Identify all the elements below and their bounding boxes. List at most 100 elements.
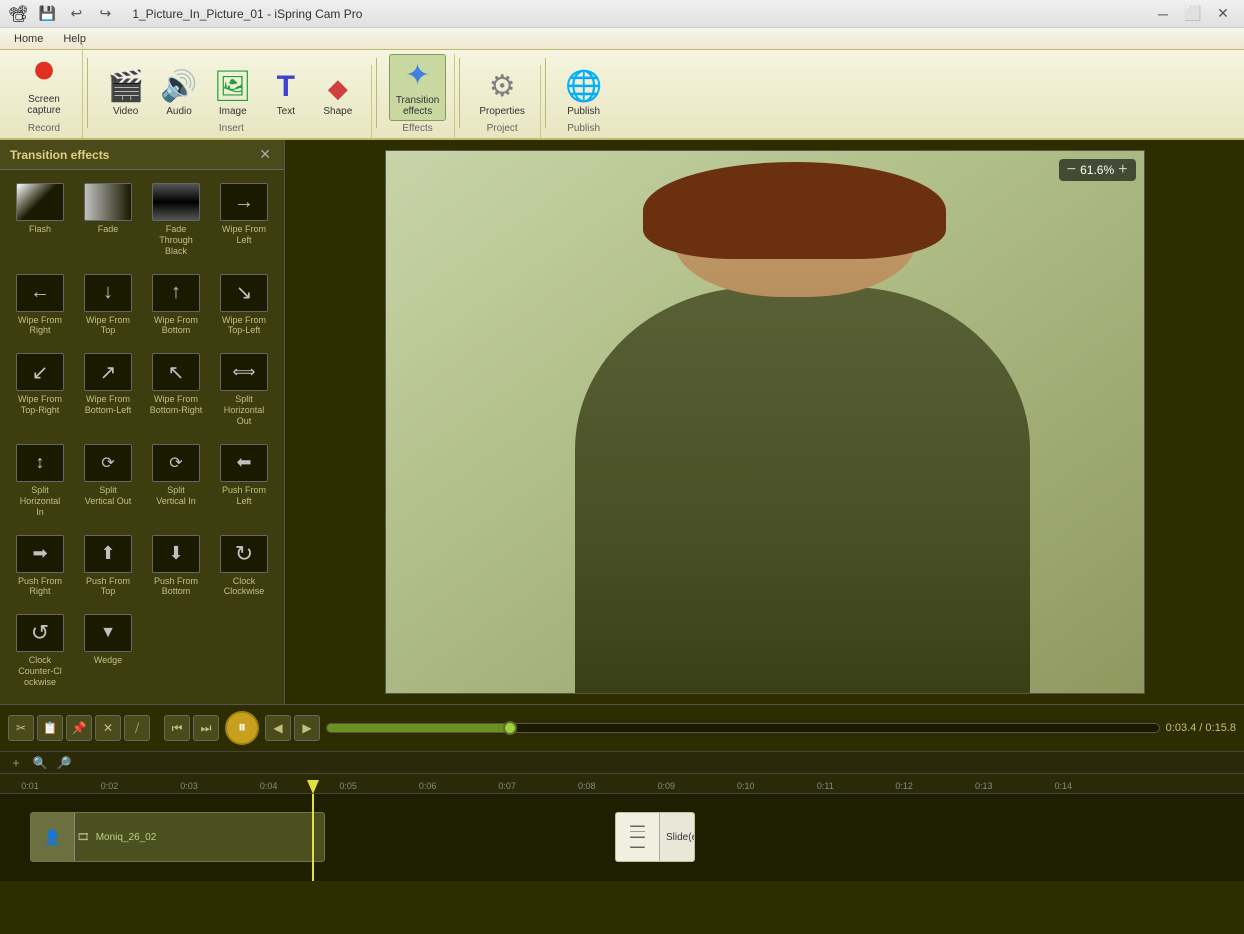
timeline-toolbar: + 🔍 🔎 (0, 752, 1244, 774)
video-clip-label: Moniq_26_02 (90, 832, 163, 843)
shape-btn[interactable]: ◆ Shape (313, 69, 363, 121)
go-end-btn[interactable]: ⏭ (193, 715, 219, 741)
wipe-from-right-label: Wipe FromRight (18, 315, 62, 337)
effect-wipe-from-left[interactable]: Wipe FromLeft (212, 178, 276, 265)
zoom-out-btn[interactable]: − (1067, 162, 1076, 178)
ribbon: ⏺ Screencapture Record 🎬 Video 🔊 Audio 🖼… (0, 50, 1244, 140)
ribbon-group-record: ⏺ Screencapture Record (6, 44, 83, 138)
frame-nav: ◀ ▶ (265, 715, 320, 741)
audio-btn[interactable]: 🔊 Audio (153, 65, 204, 121)
wedge-label: Wedge (94, 655, 122, 666)
ruler-4: 0:05 (339, 781, 357, 791)
transition-effects-panel: Transition effects ✕ Flash Fade FadeThro… (0, 140, 285, 704)
video-btn[interactable]: 🎬 Video (100, 65, 151, 121)
properties-btn[interactable]: ⚙ Properties (472, 65, 532, 121)
wipe-from-top-left-icon (220, 274, 268, 312)
preview-person-bg (386, 151, 1144, 693)
effect-split-horizontal-out[interactable]: SplitHorizontalOut (212, 348, 276, 435)
effect-push-from-left[interactable]: Push FromLeft (212, 439, 276, 526)
publish-btn[interactable]: 🌐 Publish (558, 65, 609, 121)
video-icon: 🎬 (107, 69, 144, 104)
split-btn[interactable]: ⧸ (124, 715, 150, 741)
push-from-right-label: Push FromRight (18, 576, 62, 598)
title-bar-left: 📽 💾 ↩ ↪ 1_Picture_In_Picture_01 - iSprin… (8, 4, 362, 24)
effect-wipe-from-top-right[interactable]: Wipe FromTop-Right (8, 348, 72, 435)
properties-icon: ⚙ (489, 69, 516, 104)
ribbon-group-insert: 🎬 Video 🔊 Audio 🖼 Image T Text ◆ Shape I… (92, 65, 372, 138)
fade-through-black-label: FadeThroughBlack (159, 224, 193, 256)
text-btn[interactable]: T Text (261, 66, 311, 121)
effect-clock-counter-clockwise[interactable]: ClockCounter-Clockwise (8, 609, 72, 696)
push-from-top-icon (84, 535, 132, 573)
quick-save-btn[interactable]: 💾 (34, 5, 60, 23)
close-btn[interactable]: ✕ (1210, 5, 1236, 23)
effect-push-from-bottom[interactable]: Push FromBottom (144, 530, 208, 606)
effect-split-vertical-out[interactable]: SplitVertical Out (76, 439, 140, 526)
tl-add-btn[interactable]: + (6, 754, 26, 772)
transition-effects-icon: ✦ (405, 58, 430, 93)
paste-btn[interactable]: 📌 (66, 715, 92, 741)
panel-close-btn[interactable]: ✕ (256, 146, 274, 163)
effect-clock-clockwise[interactable]: ClockClockwise (212, 530, 276, 606)
slide-clip-thumb: ━━━ ━━━ ━━━ (616, 813, 660, 861)
ruler-9: 0:10 (737, 781, 755, 791)
minimize-btn[interactable]: ─ (1150, 5, 1176, 23)
person-body (575, 287, 1030, 694)
ruler-5: 0:06 (419, 781, 437, 791)
video-clip-moniq[interactable]: 👤 🎞 Moniq_26_02 (30, 812, 325, 862)
transition-effects-btn[interactable]: ✦ Transitioneffects (389, 54, 447, 121)
wipe-from-right-icon (16, 274, 64, 312)
quick-redo-btn[interactable]: ↪ (92, 5, 118, 23)
wipe-from-top-label: Wipe FromTop (86, 315, 130, 337)
effect-split-horizontal-in[interactable]: SplitHorizontalIn (8, 439, 72, 526)
slide-clip[interactable]: ━━━ ━━━ ━━━ Slide(en) (615, 812, 695, 862)
progress-bar[interactable] (326, 723, 1160, 733)
go-start-btn[interactable]: ⏮ (164, 715, 190, 741)
publish-icon: 🌐 (565, 69, 602, 104)
effect-wipe-from-bottom[interactable]: Wipe FromBottom (144, 269, 208, 345)
delete-btn[interactable]: ✕ (95, 715, 121, 741)
ribbon-group-project: ⚙ Properties Project (464, 65, 541, 138)
split-vertical-out-icon (84, 444, 132, 482)
copy-btn[interactable]: 📋 (37, 715, 63, 741)
effect-push-from-top[interactable]: Push FromTop (76, 530, 140, 606)
ribbon-sep-1 (87, 58, 88, 128)
ruler-11: 0:12 (895, 781, 913, 791)
effect-push-from-right[interactable]: Push FromRight (8, 530, 72, 606)
cut-btn[interactable]: ✂ (8, 715, 34, 741)
window-controls: ─ ⬜ ✕ (1150, 5, 1236, 23)
effect-fade-through-black[interactable]: FadeThroughBlack (144, 178, 208, 265)
effect-wipe-from-top-left[interactable]: Wipe FromTop-Left (212, 269, 276, 345)
timeline-ruler: 0:01 0:02 0:03 0:04 0:05 0:06 0:07 0:08 … (0, 774, 1244, 794)
image-btn[interactable]: 🖼 Image (207, 65, 259, 121)
flash-label: Flash (29, 224, 51, 235)
prev-frame-btn[interactable]: ◀ (265, 715, 291, 741)
effect-split-vertical-in[interactable]: SplitVertical In (144, 439, 208, 526)
effect-wedge[interactable]: Wedge (76, 609, 140, 696)
play-pause-btn[interactable]: ⏸ (225, 711, 259, 745)
effect-wipe-from-bottom-right[interactable]: Wipe FromBottom-Right (144, 348, 208, 435)
publish-group-label: Publish (567, 123, 600, 134)
tl-zoom-out-btn[interactable]: 🔎 (54, 754, 74, 772)
next-frame-btn[interactable]: ▶ (294, 715, 320, 741)
wipe-from-bottom-left-icon (84, 353, 132, 391)
preview-area: − 61.6% + (285, 140, 1244, 704)
restore-btn[interactable]: ⬜ (1180, 5, 1206, 23)
slide-clip-label: Slide(en) (660, 832, 695, 843)
wipe-from-top-left-label: Wipe FromTop-Left (222, 315, 266, 337)
split-vertical-out-label: SplitVertical Out (85, 485, 132, 507)
ruler-7: 0:08 (578, 781, 596, 791)
effect-wipe-from-right[interactable]: Wipe FromRight (8, 269, 72, 345)
quick-undo-btn[interactable]: ↩ (63, 5, 89, 23)
ribbon-sep-2 (376, 58, 377, 128)
tl-zoom-in-btn[interactable]: 🔍 (30, 754, 50, 772)
effect-wipe-from-bottom-left[interactable]: Wipe FromBottom-Left (76, 348, 140, 435)
screen-capture-btn[interactable]: ⏺ Screencapture (14, 44, 74, 121)
effect-flash[interactable]: Flash (8, 178, 72, 265)
zoom-in-btn[interactable]: + (1118, 162, 1127, 178)
transport-bar: ✂ 📋 📌 ✕ ⧸ ⏮ ⏭ ⏸ ◀ ▶ 0:03.4 / 0:15.8 (0, 704, 1244, 751)
effect-fade[interactable]: Fade (76, 178, 140, 265)
ruler-3: 0:04 (260, 781, 278, 791)
effect-wipe-from-top[interactable]: Wipe FromTop (76, 269, 140, 345)
fade-icon (84, 183, 132, 221)
